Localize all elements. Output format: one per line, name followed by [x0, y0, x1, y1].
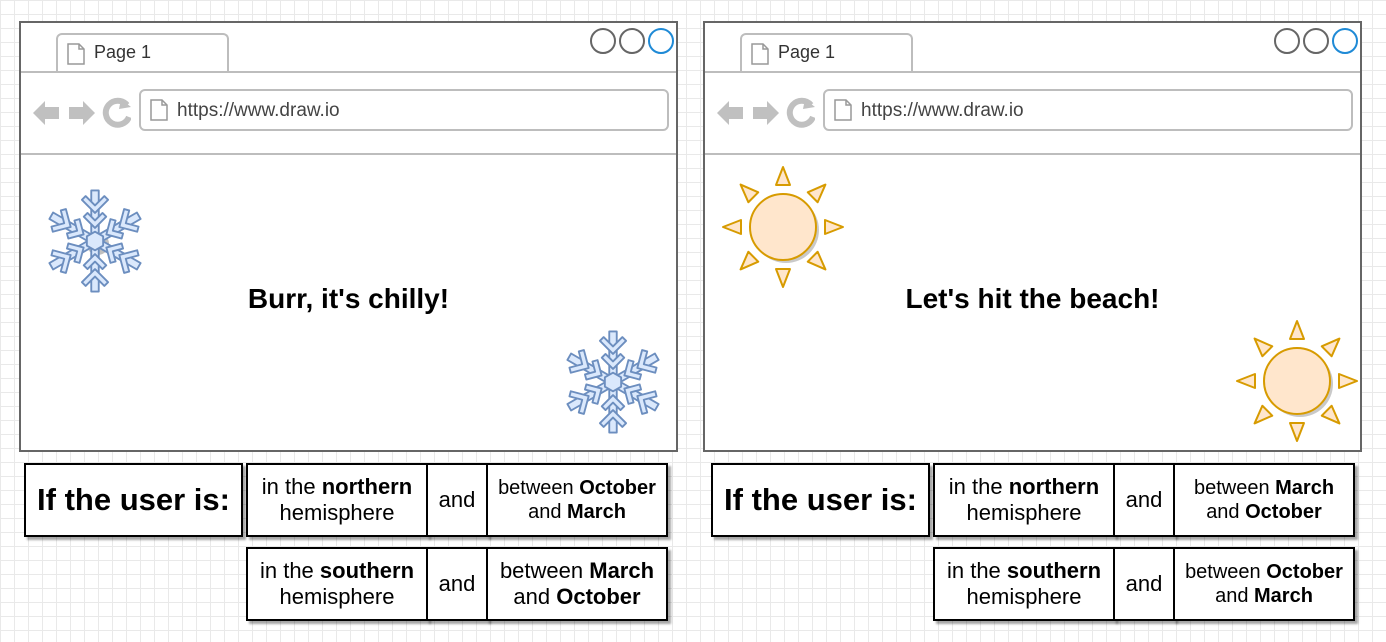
and-cell: and	[1113, 463, 1175, 537]
forward-arrow-icon[interactable]	[69, 101, 95, 125]
nav-bar: https://www.draw.io	[705, 73, 1360, 155]
location-cell: in the southern hemisphere	[246, 547, 428, 621]
page-icon	[66, 43, 86, 70]
url-text: https://www.draw.io	[177, 100, 340, 121]
close-button[interactable]	[648, 28, 674, 54]
season-cell: between March and October	[486, 547, 668, 621]
page-icon	[149, 99, 169, 126]
page-icon	[750, 43, 770, 70]
page-icon	[833, 99, 853, 126]
season-cell: between March and October	[1173, 463, 1355, 537]
browser-tab[interactable]: Page 1	[740, 33, 913, 71]
address-bar[interactable]: https://www.draw.io	[139, 89, 669, 131]
and-cell: and	[1113, 547, 1175, 621]
season-cell: between October and March	[1173, 547, 1355, 621]
nav-buttons	[715, 95, 816, 136]
sun-icon	[1235, 319, 1359, 448]
page-message: Let's hit the beach!	[905, 283, 1160, 314]
back-arrow-icon[interactable]	[717, 101, 743, 125]
snowflake-icon	[555, 320, 671, 449]
browser-mockup-winter: Page 1 https://www.draw.io Burr, it's ch…	[19, 21, 678, 452]
rule-label: If the user is:	[711, 463, 930, 537]
and-cell: and	[426, 463, 488, 537]
nav-buttons	[31, 95, 132, 136]
nav-bar: https://www.draw.io	[21, 73, 676, 155]
minimize-button[interactable]	[590, 28, 616, 54]
forward-arrow-icon[interactable]	[753, 101, 779, 125]
address-bar[interactable]: https://www.draw.io	[823, 89, 1353, 131]
tab-label: Page 1	[778, 42, 836, 62]
location-cell: in the northern hemisphere	[933, 463, 1115, 537]
tab-bar: Page 1	[705, 23, 1360, 73]
tab-label: Page 1	[94, 42, 152, 62]
browser-mockup-summer: Page 1 https://www.draw.io Let's hit the…	[703, 21, 1362, 452]
close-button[interactable]	[1332, 28, 1358, 54]
browser-tab[interactable]: Page 1	[56, 33, 229, 71]
window-controls	[1271, 28, 1358, 54]
location-cell: in the southern hemisphere	[933, 547, 1115, 621]
window-controls	[587, 28, 674, 54]
maximize-button[interactable]	[1303, 28, 1329, 54]
page-content: Let's hit the beach!	[705, 155, 1360, 450]
minimize-button[interactable]	[1274, 28, 1300, 54]
refresh-icon[interactable]	[786, 97, 816, 128]
back-arrow-icon[interactable]	[33, 101, 59, 125]
page-message: Burr, it's chilly!	[247, 283, 450, 314]
tab-bar: Page 1	[21, 23, 676, 73]
sun-icon	[721, 165, 845, 294]
and-cell: and	[426, 547, 488, 621]
url-text: https://www.draw.io	[861, 100, 1024, 121]
refresh-icon[interactable]	[102, 97, 132, 128]
maximize-button[interactable]	[619, 28, 645, 54]
rule-label: If the user is:	[24, 463, 243, 537]
location-cell: in the northern hemisphere	[246, 463, 428, 537]
season-cell: between October and March	[486, 463, 668, 537]
page-content: Burr, it's chilly!	[21, 155, 676, 450]
